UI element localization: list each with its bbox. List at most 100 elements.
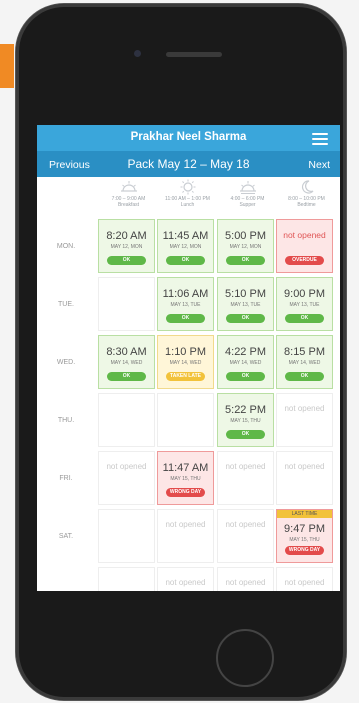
pack-date-range: Pack May 12 – May 18 bbox=[127, 157, 250, 171]
dose-cell[interactable]: not opened bbox=[276, 567, 333, 591]
not-opened-text: not opened bbox=[225, 462, 266, 471]
dose-cell bbox=[98, 509, 155, 563]
dose-cell[interactable]: not opened bbox=[217, 567, 274, 591]
status-badge: OK bbox=[107, 372, 146, 381]
day-label: FRI. bbox=[59, 474, 73, 482]
moon-icon bbox=[301, 180, 313, 194]
pack-nav-bar: Previous Pack May 12 – May 18 Next bbox=[37, 151, 340, 177]
dose-cell[interactable]: 5:00 PM MAY 12, MON OK bbox=[217, 219, 274, 273]
not-opened-text: not opened bbox=[284, 462, 325, 471]
dose-date: MAY 15, THU bbox=[170, 476, 201, 482]
dose-cell[interactable]: not opened bbox=[217, 509, 274, 563]
dose-time: 5:10 PM bbox=[225, 288, 266, 300]
dose-cell[interactable]: 11:47 AM MAY 15, THU WRONG DAY bbox=[157, 451, 214, 505]
status-badge: OK bbox=[226, 256, 265, 265]
status-badge: OK bbox=[107, 256, 146, 265]
next-button[interactable]: Next bbox=[308, 159, 330, 171]
status-badge: TAKEN LATE bbox=[166, 372, 205, 381]
slot-breakfast: 7:00 – 9:00 AM Breakfast bbox=[99, 177, 158, 208]
dose-cell[interactable]: not opened OVERDUE bbox=[276, 219, 333, 273]
dose-date: MAY 15, THU bbox=[289, 537, 320, 543]
day-row: THU. 5:22 PM MAY 15, THU OK not opened bbox=[37, 391, 340, 449]
dose-cell[interactable]: LAST TIME 9:47 PM MAY 15, THU WRONG DAY bbox=[276, 509, 333, 563]
day-row: TUE. 11:06 AM MAY 13, TUE OK 5:10 PM MAY 13, … bbox=[37, 275, 340, 333]
not-opened-text: not opened bbox=[284, 578, 325, 587]
slot-lunch: 11:00 AM – 1:00 PM Lunch bbox=[158, 177, 217, 208]
slot-bedtime: 8:00 – 10:00 PM Bedtime bbox=[277, 177, 336, 208]
last-time-banner: LAST TIME bbox=[277, 510, 332, 518]
dose-cell[interactable]: 5:10 PM MAY 13, TUE OK bbox=[217, 277, 274, 331]
dose-cell[interactable]: 5:22 PM MAY 15, THU OK bbox=[217, 393, 274, 447]
dose-cell[interactable]: 9:00 PM MAY 13, TUE OK bbox=[276, 277, 333, 331]
dose-time: 5:22 PM bbox=[225, 404, 266, 416]
day-label: THU. bbox=[57, 416, 75, 424]
status-badge: OK bbox=[226, 372, 265, 381]
app-screen: Prakhar Neel Sharma Previous Pack May 12… bbox=[37, 125, 340, 591]
not-opened-text: not opened bbox=[284, 404, 325, 413]
day-row: SUN. not opened not opened not opened bbox=[37, 565, 340, 591]
patient-name: Prakhar Neel Sharma bbox=[130, 131, 247, 143]
dose-cell[interactable]: not opened bbox=[276, 451, 333, 505]
not-opened-text: not opened bbox=[225, 578, 266, 587]
dose-cell[interactable]: not opened bbox=[217, 451, 274, 505]
not-opened-text: not opened bbox=[106, 462, 147, 471]
dose-date: MAY 15, THU bbox=[230, 418, 261, 424]
dose-cell[interactable]: 8:15 PM MAY 14, WED OK bbox=[276, 335, 333, 389]
not-opened-text: not opened bbox=[165, 578, 206, 587]
dose-cell[interactable]: 11:06 AM MAY 13, TUE OK bbox=[157, 277, 214, 331]
top-bar: Prakhar Neel Sharma bbox=[37, 125, 340, 151]
background-orange-tab bbox=[0, 44, 14, 88]
dose-time: 8:20 AM bbox=[106, 230, 147, 242]
dose-cell[interactable]: not opened bbox=[98, 451, 155, 505]
dose-time: 11:45 AM bbox=[162, 230, 209, 242]
dose-cell[interactable]: not opened bbox=[276, 393, 333, 447]
dose-cell[interactable]: 1:10 PM MAY 14, WED TAKEN LATE bbox=[157, 335, 214, 389]
day-label: MON. bbox=[56, 242, 76, 250]
sun-icon bbox=[180, 179, 195, 195]
time-slot-header: 7:00 – 9:00 AM Breakfast 11:00 AM – 1:00… bbox=[37, 177, 340, 217]
slot-name: Supper bbox=[239, 202, 256, 208]
status-badge: OVERDUE bbox=[285, 256, 324, 265]
dose-date: MAY 12, MON bbox=[169, 244, 202, 250]
dose-date: MAY 14, WED bbox=[229, 360, 262, 366]
slot-name: Lunch bbox=[180, 202, 195, 208]
home-button[interactable] bbox=[216, 629, 274, 687]
sunset-icon bbox=[239, 181, 256, 194]
dose-cell[interactable]: 4:22 PM MAY 14, WED OK bbox=[217, 335, 274, 389]
dose-cell bbox=[98, 567, 155, 591]
day-row: WED. 8:30 AM MAY 14, WED OK 1:10 PM MAY 14, W… bbox=[37, 333, 340, 391]
dose-time: 11:06 AM bbox=[162, 288, 209, 300]
dose-cell bbox=[98, 277, 155, 331]
slot-name: Bedtime bbox=[297, 202, 316, 208]
dose-cell[interactable]: not opened bbox=[157, 567, 214, 591]
dose-cell bbox=[98, 393, 155, 447]
dose-cell[interactable]: not opened bbox=[157, 509, 214, 563]
dose-cell[interactable]: 8:30 AM MAY 14, WED OK bbox=[98, 335, 155, 389]
not-opened-text: not opened bbox=[225, 520, 266, 529]
dose-time: 1:10 PM bbox=[165, 346, 206, 358]
front-camera bbox=[134, 50, 141, 57]
dose-time: 4:22 PM bbox=[225, 346, 266, 358]
slot-supper: 4:00 – 6:00 PM Supper bbox=[218, 177, 277, 208]
dose-cell[interactable]: 8:20 AM MAY 12, MON OK bbox=[98, 219, 155, 273]
day-label: WED. bbox=[56, 358, 76, 366]
status-badge: WRONG DAY bbox=[166, 488, 205, 497]
dose-cell bbox=[157, 393, 214, 447]
day-label: TUE. bbox=[58, 300, 74, 308]
status-badge: OK bbox=[166, 314, 205, 323]
dose-date: MAY 14, WED bbox=[288, 360, 321, 366]
dose-time: 9:00 PM bbox=[284, 288, 325, 300]
not-opened-text: not opened bbox=[283, 230, 326, 240]
dose-date: MAY 14, WED bbox=[110, 360, 143, 366]
status-badge: OK bbox=[285, 372, 324, 381]
day-label: SUN. bbox=[37, 565, 95, 592]
dose-date: MAY 13, TUE bbox=[289, 302, 320, 308]
dose-cell[interactable]: 11:45 AM MAY 12, MON OK bbox=[157, 219, 214, 273]
sunrise-icon bbox=[120, 181, 137, 192]
dose-time: 9:47 PM bbox=[284, 523, 325, 535]
dose-date: MAY 13, TUE bbox=[170, 302, 201, 308]
status-badge: OK bbox=[166, 256, 205, 265]
slot-name: Breakfast bbox=[117, 202, 140, 208]
hamburger-menu-icon[interactable] bbox=[312, 133, 328, 145]
earpiece-speaker bbox=[166, 52, 222, 57]
